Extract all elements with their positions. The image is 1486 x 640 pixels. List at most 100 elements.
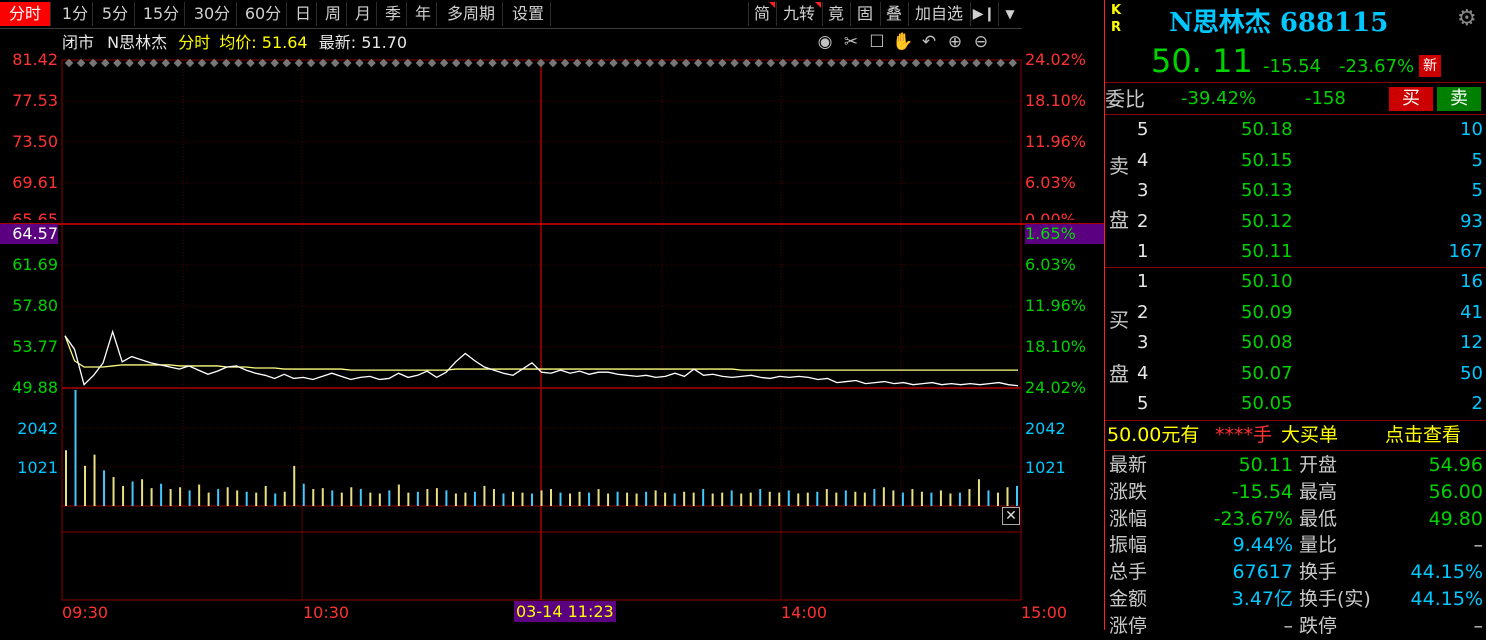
buy-level-row[interactable]: 5 50.05 2: [1105, 389, 1486, 419]
volume-axis-tick: 1021: [1025, 458, 1066, 477]
volume-bar: [141, 479, 144, 506]
volume-bar: [702, 489, 705, 506]
sell-button[interactable]: 卖: [1437, 87, 1481, 111]
volume-bar: [816, 491, 819, 506]
level-volume: 12: [1460, 332, 1483, 353]
sell-level-row[interactable]: 5 50.18 10: [1105, 115, 1486, 145]
stat-label: 振幅: [1109, 534, 1148, 557]
right-axis-tick: 18.10%: [1025, 91, 1087, 110]
stat-label: 金额: [1109, 588, 1148, 610]
volume-bar: [103, 470, 106, 506]
time-tick: 09:30: [62, 603, 109, 622]
volume-bar: [645, 491, 648, 506]
volume-bar: [84, 465, 87, 506]
volume-bar: [207, 492, 210, 506]
kr-badge: K R: [1111, 3, 1122, 35]
volume-bar: [882, 487, 885, 506]
volume-bar: [435, 488, 438, 506]
sell-level-row[interactable]: 1 50.11 167: [1105, 237, 1486, 267]
big-order-row[interactable]: 50.00元有 ****手 大买单 点击查看: [1105, 420, 1486, 450]
volume-bar: [692, 492, 695, 506]
volume-bar: [264, 485, 267, 506]
volume-bar: [160, 483, 163, 506]
volume-bar: [626, 492, 629, 506]
volume-bar: [65, 450, 67, 506]
right-axis-tick: 18.10%: [1025, 337, 1087, 356]
time-tick: 10:30: [303, 603, 350, 622]
volume-bar: [664, 492, 667, 506]
volume-bar: [93, 454, 96, 506]
volume-bar: [445, 490, 448, 506]
volume-bar: [673, 493, 676, 506]
volume-bar: [920, 491, 923, 506]
volume-bar: [949, 493, 952, 506]
sell-level-row[interactable]: 2 50.12 93: [1105, 207, 1486, 237]
level-number: 3: [1137, 332, 1149, 353]
volume-bar: [749, 492, 752, 506]
buy-level-row[interactable]: 2 50.09 41: [1105, 298, 1486, 328]
volume-bar: [863, 492, 866, 506]
buy-button[interactable]: 买: [1389, 87, 1433, 111]
left-axis-tick: 57.80: [12, 296, 58, 315]
stat-value: –: [1473, 614, 1484, 637]
volume-bar: [198, 484, 201, 506]
volume-bar: [331, 490, 334, 506]
weibi-label: 委比: [1105, 87, 1145, 111]
left-axis-tick: 53.77: [12, 337, 58, 356]
stat-row: 涨停 – 跌停 –: [1105, 613, 1486, 640]
stat-label: 总手: [1109, 561, 1148, 584]
volume-bar: [340, 492, 343, 506]
view-details-link[interactable]: 点击查看: [1385, 420, 1461, 450]
volume-bar: [1016, 485, 1018, 506]
level-price: 50.09: [1241, 301, 1293, 323]
volume-bar: [930, 492, 933, 506]
volume-bar: [283, 491, 286, 506]
volume-bar: [987, 490, 990, 506]
volume-bar: [939, 490, 942, 506]
level-price: 50.12: [1241, 210, 1293, 232]
level-volume: 16: [1460, 271, 1483, 292]
volume-bar: [369, 492, 372, 506]
close-indicator-icon[interactable]: ✕: [1002, 507, 1020, 525]
volume-axis-tick: 1021: [17, 458, 58, 477]
gear-icon[interactable]: ⚙: [1457, 6, 1477, 31]
volume-bar: [188, 490, 191, 506]
volume-bar: [245, 491, 248, 506]
left-axis-tick: 65.65: [0, 211, 58, 220]
level-number: 1: [1137, 271, 1149, 292]
volume-bar: [464, 492, 467, 506]
big-order-price: 50.00元有: [1107, 424, 1200, 446]
stat-value: -23.67%: [1213, 507, 1293, 530]
level-price: 50.08: [1241, 332, 1293, 353]
stat-label: 开盘: [1299, 454, 1338, 476]
sell-level-row[interactable]: 4 50.15 5: [1105, 146, 1486, 176]
volume-bar: [350, 487, 353, 506]
left-axis-tick: 69.61: [12, 173, 58, 192]
volume-bar: [740, 493, 743, 506]
volume-bar: [768, 491, 771, 506]
stat-label: 最低: [1299, 507, 1338, 530]
volume-bar: [806, 492, 809, 506]
volume-bar: [274, 493, 277, 506]
volume-axis-tick: 2042: [17, 419, 58, 438]
stat-label: 涨跌: [1109, 480, 1148, 503]
buy-level-row[interactable]: 4 50.07 50: [1105, 359, 1486, 389]
price-change-pct: -23.67%: [1339, 56, 1415, 77]
stat-row: 总手 67617 换手 44.15%: [1105, 559, 1486, 586]
volume-bar: [892, 490, 895, 506]
volume-bar: [150, 488, 153, 506]
sell-level-row[interactable]: 3 50.13 5: [1105, 176, 1486, 206]
right-axis-tick: 0.00%: [1025, 211, 1105, 220]
intraday-chart[interactable]: [0, 0, 1104, 630]
level-volume: 5: [1471, 180, 1483, 201]
volume-bar: [473, 491, 476, 506]
right-axis-marker: 1.65%: [1025, 224, 1104, 244]
volume-bar: [968, 489, 971, 506]
volume-bar: [530, 493, 533, 506]
buy-level-row[interactable]: 1 50.10 16: [1105, 267, 1486, 297]
level-volume: 10: [1460, 119, 1483, 140]
buy-level-row[interactable]: 3 50.08 12: [1105, 328, 1486, 358]
volume-bar: [996, 492, 999, 506]
level-number: 5: [1137, 119, 1149, 140]
volume-bar: [607, 493, 610, 506]
